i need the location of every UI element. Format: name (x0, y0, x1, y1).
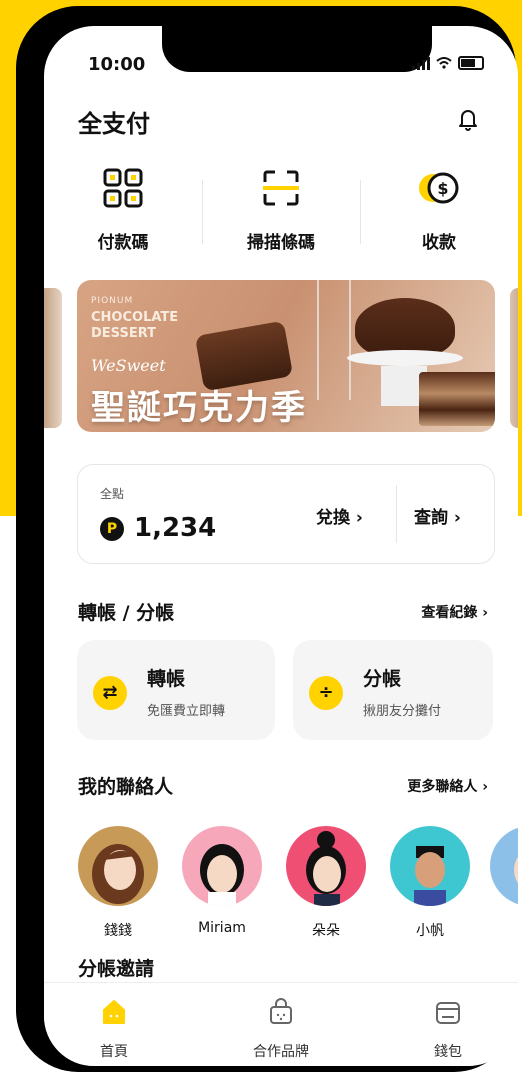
points-card: 全點 P 1,234 兌換 › 查詢 › (77, 464, 495, 564)
split-invite-title: 分帳邀請 (78, 958, 155, 980)
transfer-subtitle: 免匯費立即轉 (147, 704, 226, 719)
banner-brand: PIONUM (91, 296, 134, 306)
points-badge-icon: P (100, 517, 124, 541)
qr-code-icon (103, 168, 143, 208)
contact-item[interactable]: 錢錢 (78, 826, 158, 940)
pay-code-label: 付款碼 (97, 233, 149, 253)
signal-icon (412, 56, 430, 70)
contacts-section-title: 我的聯絡人 (78, 776, 174, 798)
transfer-section-title: 轉帳 / 分帳 (78, 602, 175, 624)
promo-banner[interactable]: PIONUM CHOCOLATE DESSERT WeSweet 聖誕巧克力季 (77, 280, 495, 432)
contact-name: 錢錢 (104, 923, 132, 939)
svg-text:$: $ (437, 179, 448, 198)
avatar (78, 826, 158, 906)
scan-icon (263, 170, 299, 206)
quick-actions: 付款碼 掃描條碼 $ 收款 (44, 166, 518, 276)
app-screen: 10:00 全支付 付款碼 掃描條碼 $ 收款 PIONUM CHOCOLATE… (44, 26, 518, 1066)
scan-barcode-label: 掃描條碼 (247, 233, 315, 253)
contact-item[interactable]: 小帆 (390, 826, 470, 940)
wallet-icon (436, 1002, 460, 1024)
phone-notch (162, 26, 432, 72)
contact-item[interactable]: 朵朵 (286, 826, 366, 940)
bell-icon[interactable] (456, 106, 480, 132)
contact-name: Miriam (198, 920, 246, 936)
tab-home-label: 首頁 (100, 1044, 128, 1060)
tab-wallet-label: 錢包 (434, 1044, 462, 1060)
scan-barcode-button[interactable]: 掃描條碼 (202, 166, 360, 253)
tab-partner-brands-label: 合作品牌 (253, 1044, 309, 1060)
layer-cake-image (419, 372, 495, 426)
transfer-title: 轉帳 (147, 668, 186, 690)
avatar (182, 826, 262, 906)
cake-image (355, 298, 455, 358)
coins-icon: $ (419, 172, 459, 204)
receive-payment-label: 收款 (422, 233, 456, 253)
avatar (390, 826, 470, 906)
bottom-tab-bar: 首頁 合作品牌 錢包 (44, 982, 518, 1066)
home-icon (103, 1000, 125, 1024)
cake-plate (347, 350, 463, 366)
battery-icon (458, 56, 484, 70)
status-time: 10:00 (88, 54, 146, 75)
more-contacts-link[interactable]: 更多聯絡人 › (407, 776, 488, 796)
split-bill-card[interactable]: ÷ 分帳 揪朋友分攤付 (293, 640, 493, 740)
points-value: 1,234 (134, 513, 217, 543)
divider (396, 485, 397, 543)
query-button[interactable]: 查詢 › (414, 503, 461, 528)
transfer-card[interactable]: ⇄ 轉帳 免匯費立即轉 (77, 640, 275, 740)
banner-title: 聖誕巧克力季 (91, 388, 307, 428)
contact-item[interactable]: Miriam (182, 826, 262, 936)
banner-script: WeSweet (91, 356, 166, 375)
contact-name: 朵朵 (312, 923, 340, 939)
banner-decoration (317, 280, 351, 400)
transfer-icon: ⇄ (93, 676, 127, 710)
wifi-icon (436, 57, 452, 69)
contact-name: 王C (490, 920, 518, 940)
contacts-list: 錢錢 Miriam 朵朵 小帆 (44, 826, 518, 946)
split-icon: ÷ (309, 676, 343, 710)
tab-wallet[interactable]: 錢包 (388, 997, 508, 1061)
banner-subtitle: CHOCOLATE DESSERT (91, 310, 179, 341)
store-icon (270, 998, 292, 1024)
avatar (490, 826, 518, 906)
tab-home[interactable]: 首頁 (54, 997, 174, 1061)
receive-payment-button[interactable]: $ 收款 (360, 166, 518, 253)
split-title: 分帳 (363, 668, 402, 690)
pay-code-button[interactable]: 付款碼 (44, 166, 202, 253)
view-records-link[interactable]: 查看紀錄 › (421, 602, 488, 622)
points-label: 全點 (100, 487, 125, 501)
banner-next-peek[interactable] (510, 288, 518, 428)
avatar (286, 826, 366, 906)
split-subtitle: 揪朋友分攤付 (363, 704, 442, 719)
page-title: 全支付 (78, 110, 150, 138)
redeem-button[interactable]: 兌換 › (316, 503, 363, 528)
tab-partner-brands[interactable]: 合作品牌 (221, 997, 341, 1061)
phone-frame: 10:00 全支付 付款碼 掃描條碼 $ 收款 PIONUM CHOCOLATE… (16, 6, 518, 1072)
contact-name: 小帆 (416, 923, 444, 939)
contact-item[interactable]: 王C (490, 826, 518, 940)
banner-prev-peek[interactable] (44, 288, 62, 428)
status-icons (412, 56, 484, 70)
